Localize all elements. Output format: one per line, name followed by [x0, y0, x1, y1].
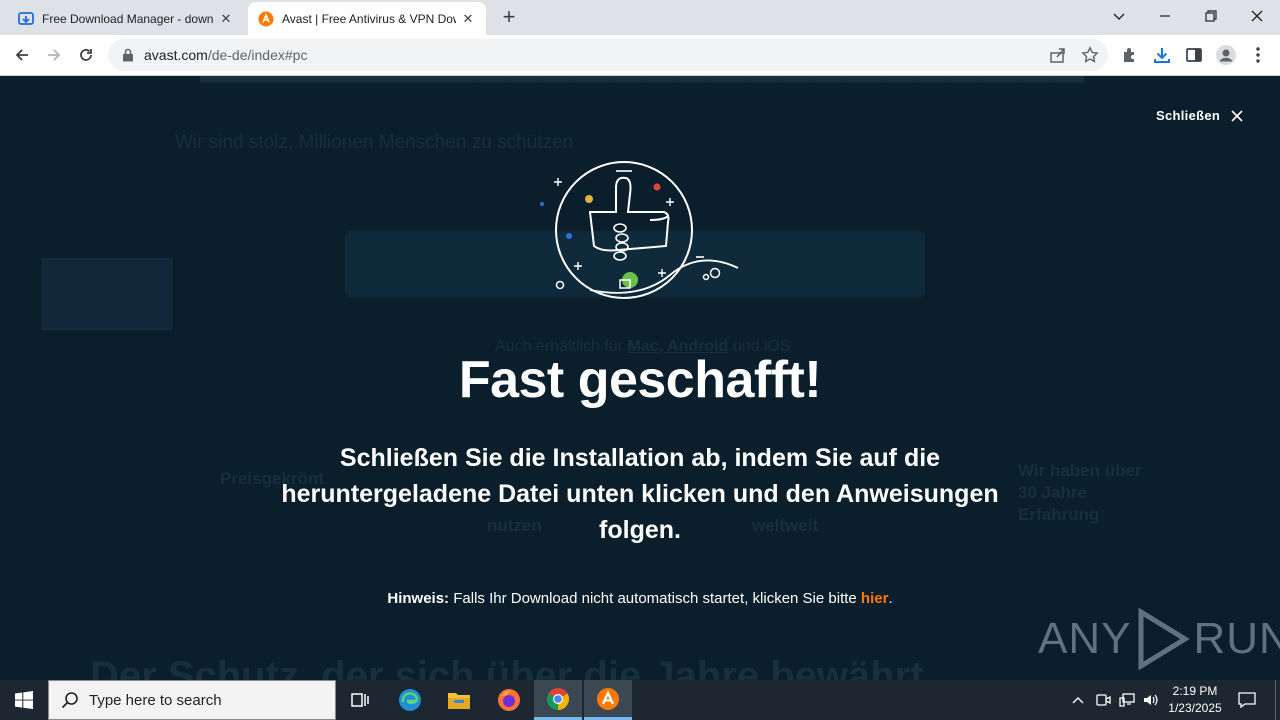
minimize-button[interactable]	[1142, 0, 1188, 32]
bg-top-heading-fragment: ▀▀▀▀▀▀▀▀▀▀▀▀▀▀▀▀▀▀▀▀▀▀▀▀▀▀	[200, 76, 1085, 108]
downloads-icon[interactable]	[1150, 43, 1174, 67]
tab-title: Avast | Free Antivirus & VPN Dow	[282, 11, 456, 26]
overlay-hint: Hinweis: Falls Ihr Download nicht automa…	[0, 590, 1280, 607]
edge-icon[interactable]	[386, 680, 434, 720]
overlay-headline: Fast geschafft!	[458, 351, 822, 409]
bg-bottom-heading: Der Schutz, der sich über die Jahre bewä…	[90, 654, 924, 680]
search-placeholder: Type here to search	[89, 691, 222, 709]
forward-button[interactable]	[40, 41, 68, 69]
tab-free-download-manager[interactable]: Free Download Manager - down ✕	[8, 2, 244, 35]
search-icon	[61, 691, 79, 709]
notifications-icon[interactable]	[1232, 680, 1262, 720]
start-button[interactable]	[0, 680, 48, 720]
browser-tab-bar: Free Download Manager - down ✕ Avast | F…	[0, 0, 1280, 35]
bg-intro-line: Wir sind stolz, Millionen Menschen zu sc…	[175, 132, 574, 153]
overlay-close-label: Schließen	[1156, 108, 1221, 123]
taskbar-search-input[interactable]: Type here to search	[48, 680, 336, 720]
show-desktop-button[interactable]	[1275, 680, 1276, 720]
watermark-right: RUN	[1193, 614, 1280, 663]
extensions-icon[interactable]	[1118, 43, 1142, 67]
fdm-icon	[18, 11, 34, 27]
overlay-close-button[interactable]: Schließen	[1156, 108, 1244, 123]
hint-here-link[interactable]: hier	[861, 590, 889, 607]
url-path: /de-de/index#pc	[207, 47, 308, 63]
share-icon[interactable]	[1046, 43, 1070, 67]
watermark-left: ANY	[1038, 614, 1132, 663]
clock-time: 2:19 PM	[1172, 684, 1218, 698]
menu-icon[interactable]	[1246, 43, 1270, 67]
taskbar-clock[interactable]: 2:19 PM 1/23/2025	[1160, 683, 1230, 717]
avast-icon	[258, 11, 274, 27]
tab-title: Free Download Manager - down	[42, 11, 214, 26]
profile-avatar-icon[interactable]	[1214, 43, 1238, 67]
hint-text: Falls Ihr Download nicht automatisch sta…	[449, 590, 861, 607]
task-view-icon[interactable]	[336, 680, 384, 720]
avast-icon[interactable]	[584, 680, 632, 720]
side-panel-icon[interactable]	[1182, 43, 1206, 67]
tab-close-icon[interactable]: ✕	[218, 11, 234, 27]
bookmark-star-icon[interactable]	[1078, 43, 1102, 67]
chrome-icon[interactable]	[534, 680, 582, 720]
windows-taskbar: Type here to search 2:19 PM 1/23/2025	[0, 680, 1280, 720]
thumbs-up-illustration	[540, 161, 739, 299]
tray-chevron-up-icon[interactable]	[1068, 680, 1088, 720]
play-icon	[1138, 608, 1191, 670]
clock-date: 1/23/2025	[1168, 701, 1222, 715]
file-explorer-icon[interactable]	[435, 680, 483, 720]
back-button[interactable]	[8, 41, 36, 69]
close-icon	[1230, 109, 1244, 123]
window-close-button[interactable]	[1234, 0, 1280, 32]
address-bar[interactable]: avast.com/de-de/index#pc	[108, 39, 1108, 71]
meet-now-icon[interactable]	[1092, 680, 1114, 720]
firefox-icon[interactable]	[485, 680, 533, 720]
bg-av-badge	[42, 258, 172, 330]
hint-end: .	[888, 590, 893, 607]
windows-logo-icon	[15, 691, 33, 709]
tab-search-icon[interactable]	[1096, 0, 1142, 32]
tab-avast[interactable]: Avast | Free Antivirus & VPN Dow ✕	[248, 2, 486, 35]
url-host: avast.com	[144, 47, 208, 63]
network-icon[interactable]	[1116, 680, 1138, 720]
hint-label: Hinweis:	[387, 590, 450, 607]
tab-close-icon[interactable]: ✕	[460, 11, 476, 27]
lock-icon[interactable]	[122, 48, 136, 62]
restore-button[interactable]	[1188, 0, 1234, 32]
new-tab-button[interactable]: +	[497, 6, 521, 30]
volume-icon[interactable]	[1140, 680, 1162, 720]
anyrun-watermark: ANY RUN	[1038, 608, 1280, 670]
browser-toolbar: avast.com/de-de/index#pc	[0, 35, 1280, 76]
reload-button[interactable]	[72, 41, 100, 69]
overlay-instructions: Schließen Sie die Installation ab, indem…	[281, 444, 999, 544]
